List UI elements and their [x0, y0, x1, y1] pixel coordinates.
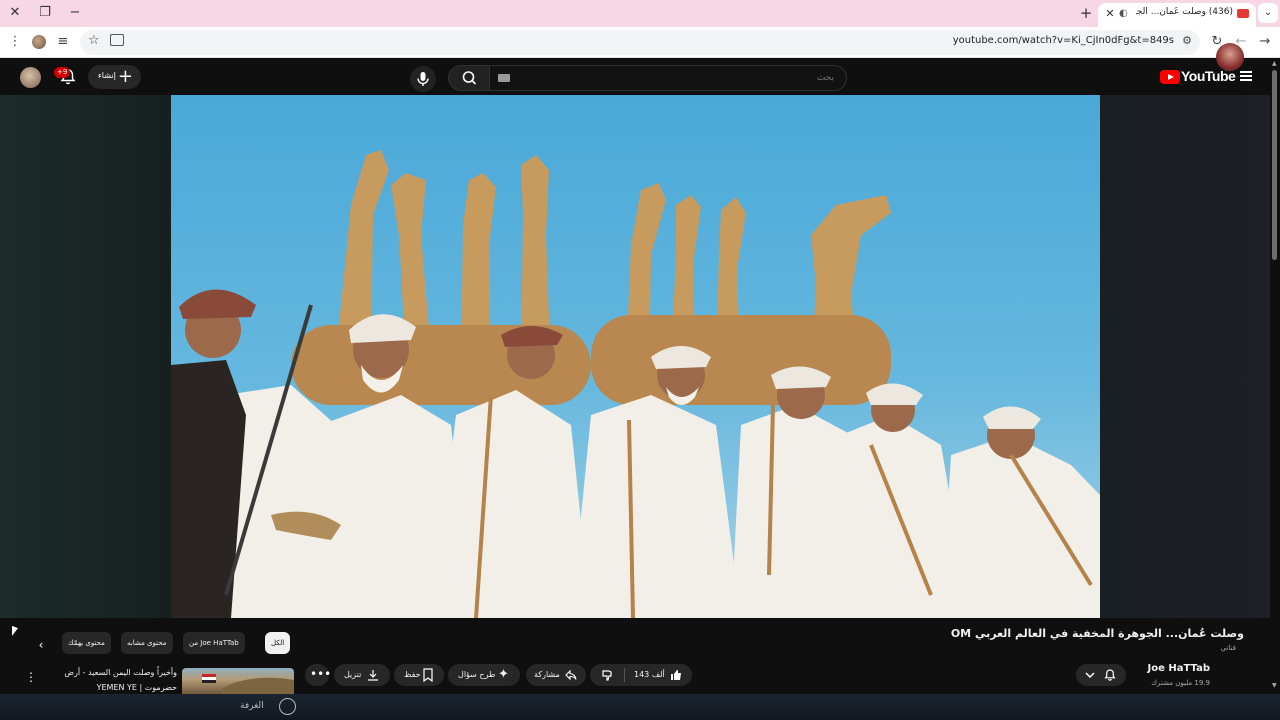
scroll-up-icon[interactable]: ▲	[1272, 60, 1277, 67]
room-icon[interactable]	[279, 698, 296, 715]
chevron-left-icon[interactable]: ‹	[34, 638, 48, 652]
youtube-favicon-icon	[1237, 9, 1249, 18]
close-window-icon[interactable]: ✕	[4, 4, 26, 22]
notifications-badge: +9	[54, 67, 71, 78]
video-player[interactable]	[171, 95, 1100, 618]
sparkle-icon: ✦	[498, 667, 509, 682]
mouse-cursor-icon	[12, 625, 18, 639]
channel-name[interactable]: Joe HaTTab	[1148, 663, 1210, 674]
plus-icon: +	[117, 66, 133, 87]
subscribed-notifications-button[interactable]	[1076, 664, 1126, 686]
tab-youtube[interactable]: ✕ ◐ (436) وصلت عُمان... الجوهرة	[1098, 3, 1256, 27]
new-tab-button[interactable]: +	[1077, 4, 1095, 22]
download-icon	[368, 670, 378, 681]
download-label: تنزيل	[344, 670, 362, 679]
bottom-bar: الغرفة	[0, 694, 1280, 720]
voice-search-button[interactable]	[410, 66, 436, 92]
recommended-thumbnail-image	[202, 674, 294, 694]
bookmark-star-icon[interactable]: ☆	[88, 33, 100, 48]
menu-hamburger-icon[interactable]	[1240, 71, 1252, 81]
video-frame-camels-and-men	[171, 150, 1100, 618]
share-arrow-icon	[565, 669, 577, 681]
youtube-header: +9 إنشاء + YouTube YE	[0, 58, 1280, 95]
share-button[interactable]: مشاركة	[526, 664, 586, 686]
back-icon[interactable]: →	[1256, 33, 1274, 51]
microphone-icon	[417, 72, 429, 86]
search-button[interactable]	[448, 65, 490, 91]
tab-search-icon[interactable]: ⌄	[1258, 3, 1278, 23]
ask-question-button[interactable]: طرح سؤال ✦	[448, 664, 520, 686]
more-actions-button[interactable]: •••	[305, 664, 332, 686]
cast-icon[interactable]	[110, 34, 124, 46]
recommended-menu-icon[interactable]: ⋮	[25, 668, 37, 686]
dislike-icon[interactable]	[601, 668, 615, 682]
room-label[interactable]: الغرفة	[240, 701, 264, 711]
search-icon	[462, 71, 477, 85]
channel-avatar[interactable]	[1216, 43, 1244, 71]
address-bar[interactable]: ☆ youtube.com/watch?v=Ki_CjIn0dFg&t=849s…	[80, 30, 1200, 55]
more-horizontal-icon: •••	[310, 667, 332, 681]
share-label: مشاركة	[534, 670, 560, 679]
like-count[interactable]: 143 ألف	[634, 664, 665, 686]
video-title: وصلت عُمان... الجوهرة المخفية في العالم …	[950, 627, 1244, 640]
scroll-down-icon[interactable]: ▼	[1272, 682, 1277, 689]
keyboard-icon[interactable]	[498, 74, 510, 82]
url-text[interactable]: youtube.com/watch?v=Ki_CjIn0dFg&t=849s	[953, 35, 1174, 46]
scrollbar-thumb[interactable]	[1272, 70, 1277, 260]
youtube-logo[interactable]: YouTube YE	[1160, 66, 1236, 86]
audio-playing-icon[interactable]: ◐	[1119, 6, 1133, 22]
search-field[interactable]	[489, 65, 847, 91]
create-button[interactable]: إنشاء +	[88, 65, 141, 89]
reading-list-icon[interactable]: ≡	[54, 33, 72, 51]
download-button[interactable]: تنزيل	[334, 664, 390, 686]
recommended-title-line2[interactable]: حضرموت | YEMEN YE	[97, 683, 177, 692]
bookmark-icon	[423, 668, 433, 682]
video-title-subtext[interactable]: قناتي	[1221, 644, 1236, 652]
like-dislike-group: 143 ألف	[590, 664, 692, 686]
ask-label: طرح سؤال	[458, 670, 496, 679]
tab-strip: ✕ ❐ − + ✕ ◐ (436) وصلت عُمان... الجوهرة …	[0, 0, 1280, 27]
page-scrollbar[interactable]: ▲ ▼	[1270, 58, 1280, 692]
recommended-title-line1[interactable]: وأخيراً وصلت اليمن السعيد - أرض	[64, 668, 177, 677]
youtube-play-icon	[1160, 70, 1180, 84]
restore-window-icon[interactable]: ❐	[34, 4, 56, 22]
tab-close-icon[interactable]: ✕	[1102, 6, 1118, 22]
chevron-down-icon	[1085, 672, 1095, 679]
site-info-icon[interactable]: ⚙	[1180, 34, 1194, 48]
like-icon[interactable]	[669, 668, 683, 682]
chip-from-channel[interactable]: من Joe HaTTab	[183, 632, 245, 654]
browser-menu-icon[interactable]: ⋮	[6, 33, 24, 51]
save-button[interactable]: حفظ	[394, 664, 444, 686]
search-input[interactable]	[490, 66, 846, 90]
channel-subscribers: 19.9 مليون مشترك	[1151, 679, 1210, 687]
like-separator	[624, 668, 625, 682]
minimize-window-icon[interactable]: −	[64, 4, 86, 22]
bell-icon	[1104, 669, 1116, 681]
chip-for-you[interactable]: محتوى يهمّك	[62, 632, 111, 654]
profile-avatar[interactable]	[32, 35, 46, 49]
tab-title: (436) وصلت عُمان... الجوهرة	[1136, 7, 1233, 17]
recommended-thumbnail[interactable]	[182, 668, 294, 694]
create-label: إنشاء	[98, 71, 116, 80]
browser-toolbar: ⋮ ≡ ☆ youtube.com/watch?v=Ki_CjIn0dFg&t=…	[0, 27, 1280, 58]
chip-all[interactable]: الكل	[265, 632, 291, 654]
chip-related[interactable]: محتوى مشابه	[121, 632, 173, 654]
account-avatar[interactable]	[20, 67, 41, 88]
save-label: حفظ	[404, 670, 421, 679]
